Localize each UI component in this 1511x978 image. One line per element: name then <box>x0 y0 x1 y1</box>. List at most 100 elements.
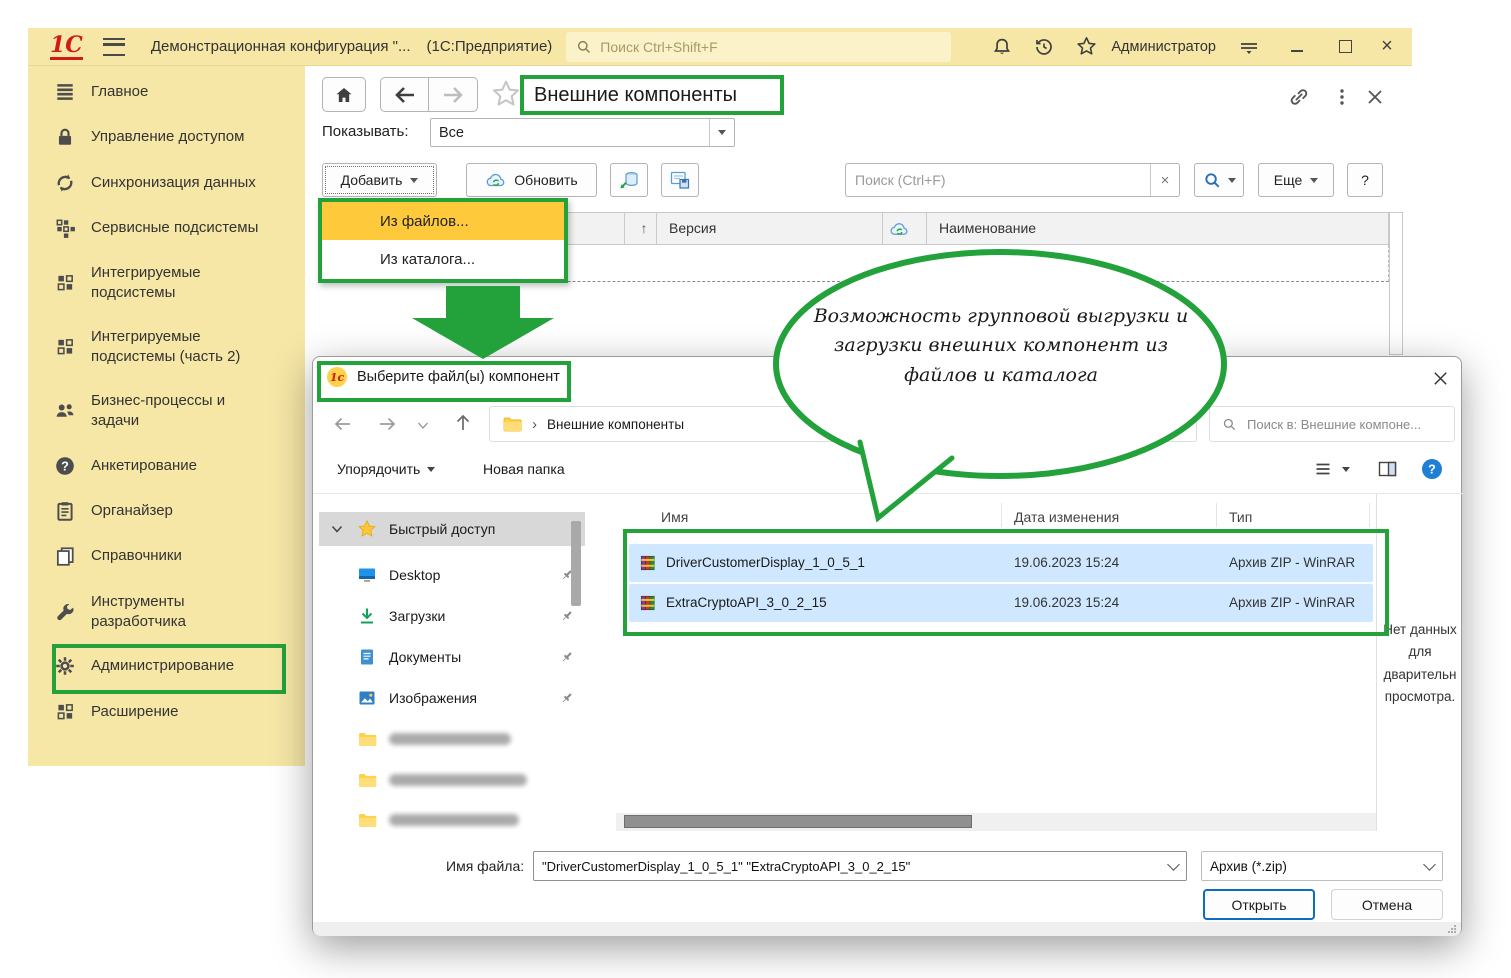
quick-access-node[interactable]: Быстрый доступ <box>319 512 585 546</box>
column-divider[interactable] <box>1369 503 1370 527</box>
favorites-button[interactable] <box>1076 36 1097 57</box>
dialog-help-button[interactable]: ? <box>1421 458 1443 480</box>
history-button[interactable] <box>1034 37 1054 57</box>
nav-item-blurred-folder[interactable] <box>357 800 585 840</box>
sidebar-item-sync[interactable]: Синхронизация данных <box>28 169 305 197</box>
more-menu-button[interactable] <box>1332 87 1352 107</box>
filetype-value: Архив (*.zip) <box>1202 859 1416 874</box>
sidebar-item-integr2[interactable]: Интегрируемые подсистемы (часть 2) <box>28 326 305 368</box>
favorite-toggle[interactable] <box>491 79 521 109</box>
filter-dropdown-button[interactable] <box>709 119 734 146</box>
preview-pane-button[interactable] <box>1377 459 1398 479</box>
more-actions-button[interactable]: Еще <box>1258 163 1334 197</box>
folder-icon <box>502 415 522 433</box>
get-link-button[interactable] <box>1288 86 1310 108</box>
sidebar-item-dostup[interactable]: Управление доступом <box>28 123 305 151</box>
nav-item-downloads[interactable]: Загрузки <box>357 596 585 636</box>
cancel-button[interactable]: Отмена <box>1331 889 1443 920</box>
pin-icon <box>559 690 575 706</box>
sidebar-item-organizer[interactable]: Органайзер <box>28 497 305 525</box>
menu-item-from-files[interactable]: Из файлов... <box>322 202 564 240</box>
help-button[interactable]: ? <box>1347 163 1383 197</box>
minimize-button[interactable] <box>1286 36 1308 58</box>
dialog-back-button[interactable] <box>333 415 353 433</box>
add-button[interactable]: Добавить <box>322 163 437 197</box>
breadcrumb[interactable]: › Внешние компоненты <box>489 406 1197 442</box>
load-from-file-button[interactable] <box>610 163 648 197</box>
sidebar-item-anket[interactable]: ? Анкетирование <box>28 452 305 480</box>
file-row-2[interactable]: ExtraCryptoAPI_3_0_2_15 19.06.2023 15:24… <box>629 584 1373 622</box>
new-folder-button[interactable]: Новая папка <box>483 461 565 477</box>
filetype-dropdown-button[interactable] <box>1416 864 1442 869</box>
nav-item-blurred-folder[interactable] <box>357 719 585 759</box>
filter-combobox[interactable]: Все <box>430 118 735 147</box>
settings-button[interactable] <box>1238 37 1260 57</box>
recent-locations-button[interactable] <box>417 421 429 430</box>
sidebar-item-administrirovanie[interactable]: Администрирование <box>28 652 305 680</box>
table-vertical-scrollbar[interactable] <box>1389 212 1403 355</box>
name-column-header[interactable]: Наименование <box>939 220 1036 236</box>
organize-button[interactable]: Упорядочить <box>337 461 435 477</box>
clear-search-button[interactable]: × <box>1150 164 1179 196</box>
back-button[interactable] <box>380 77 429 112</box>
maximize-button[interactable] <box>1334 36 1356 58</box>
sort-asc-icon <box>883 497 895 505</box>
main-menu-icon[interactable] <box>103 38 125 56</box>
list-horizontal-scrollbar[interactable] <box>616 813 1376 831</box>
refresh-button[interactable]: Обновить <box>466 163 597 197</box>
nav-item-desktop[interactable]: Desktop <box>357 555 585 595</box>
winrar-archive-icon <box>639 594 657 612</box>
column-divider[interactable] <box>1001 503 1002 527</box>
filter-label: Показывать: <box>322 123 409 140</box>
name-column-header[interactable]: Имя <box>661 509 688 525</box>
sync-icon <box>54 172 76 194</box>
menu-item-from-catalog[interactable]: Из каталога... <box>322 240 564 278</box>
global-search-input[interactable]: Поиск Ctrl+Shift+F <box>566 32 951 62</box>
sidebar-item-service[interactable]: Сервисные подсистемы <box>28 214 305 242</box>
search-options-button[interactable] <box>1194 163 1244 197</box>
dialog-close-button[interactable] <box>1431 369 1450 388</box>
sidebar-item-label: Управление доступом <box>91 127 269 147</box>
file-type: Архив ZIP - WinRAR <box>1229 595 1355 610</box>
sidebar-item-spravochniki[interactable]: Справочники <box>28 542 305 570</box>
open-button[interactable]: Открыть <box>1203 889 1315 920</box>
home-button[interactable] <box>322 77 366 112</box>
sidebar-item-rasshirenie[interactable]: Расширение <box>28 698 305 726</box>
modified-column-header[interactable]: Дата изменения <box>1014 509 1119 525</box>
kebab-icon <box>1332 87 1352 107</box>
nav-item-blurred-folder[interactable] <box>357 760 585 800</box>
notifications-button[interactable] <box>992 37 1012 57</box>
close-button[interactable]: × <box>1376 36 1398 58</box>
file-row-1[interactable]: DriverCustomerDisplay_1_0_5_1 19.06.2023… <box>629 544 1373 582</box>
sidebar-item-devtools[interactable]: Инструменты разработчика <box>28 591 305 633</box>
column-divider[interactable] <box>1216 503 1217 527</box>
list-search-input[interactable]: Поиск (Ctrl+F) <box>846 164 1150 196</box>
filename-dropdown-button[interactable] <box>1160 864 1186 869</box>
save-components-button[interactable] <box>661 163 699 197</box>
breadcrumb-folder[interactable]: Внешние компоненты <box>547 417 684 432</box>
resize-grip-icon[interactable] <box>1447 924 1457 934</box>
close-form-button[interactable] <box>1365 87 1385 107</box>
scrollbar-thumb[interactable] <box>624 815 972 828</box>
sidebar-item-bp[interactable]: Бизнес-процессы и задачи <box>28 390 305 432</box>
version-column-header[interactable]: Версия <box>669 220 716 236</box>
search-icon <box>1222 417 1237 432</box>
filetype-combobox[interactable]: Архив (*.zip) <box>1201 851 1443 881</box>
sort-column-header[interactable]: ↑ <box>632 220 656 236</box>
1c-logo: 1С <box>50 34 83 60</box>
nav-item-pictures[interactable]: Изображения <box>357 678 585 718</box>
nav-item-documents[interactable]: Документы <box>357 637 585 677</box>
dialog-search-input[interactable]: Поиск в: Внешние компоне... <box>1209 406 1455 442</box>
up-button[interactable] <box>453 413 473 433</box>
filename-input[interactable]: "DriverCustomerDisplay_1_0_5_1" "ExtraCr… <box>533 851 1187 881</box>
view-mode-button[interactable] <box>1313 459 1350 479</box>
sync-column-header[interactable] <box>889 219 910 239</box>
forward-button[interactable] <box>429 77 478 112</box>
sidebar-item-glavnoe[interactable]: Главное <box>28 78 305 106</box>
dialog-forward-button[interactable] <box>377 415 397 433</box>
current-user[interactable]: Администратор <box>1111 39 1216 55</box>
file-name: ExtraCryptoAPI_3_0_2_15 <box>666 595 827 610</box>
sidebar-item-integr1[interactable]: Интегрируемые подсистемы <box>28 262 305 304</box>
type-column-header[interactable]: Тип <box>1229 509 1252 525</box>
nav-pane-scrollbar[interactable] <box>571 521 581 606</box>
